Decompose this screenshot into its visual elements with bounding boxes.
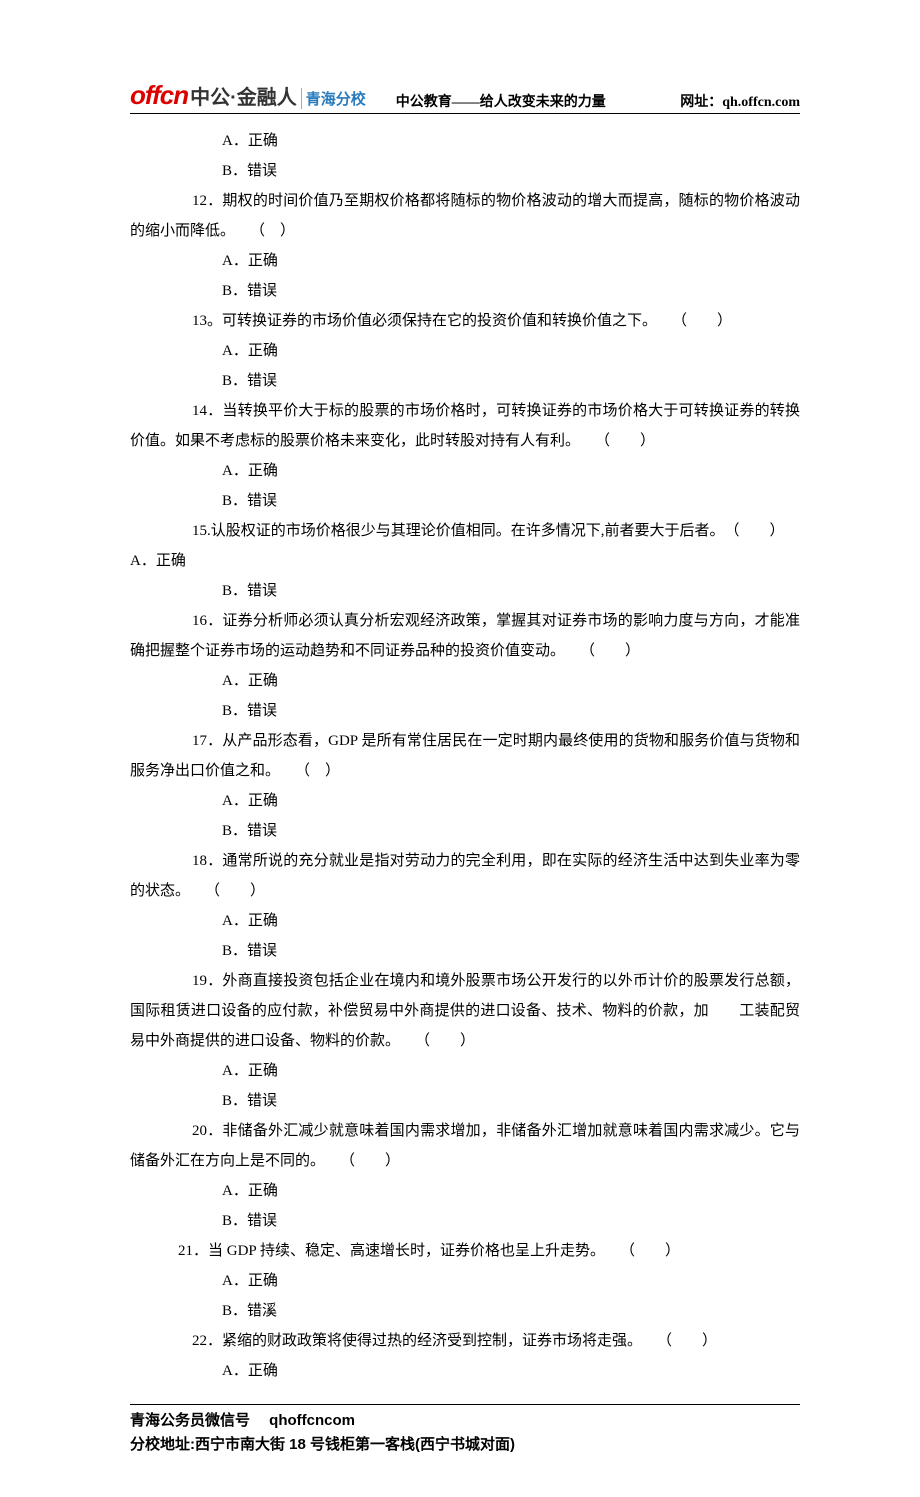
q21-option-a: A．正确 — [130, 1266, 800, 1296]
q20-option-a: A．正确 — [130, 1176, 800, 1206]
page-header: offcn 中公·金融人 青海分校 中公教育——给人改变未来的力量 网址：qh.… — [130, 80, 800, 114]
page-container: offcn 中公·金融人 青海分校 中公教育——给人改变未来的力量 网址：qh.… — [0, 0, 920, 1497]
q20-option-b: B．错误 — [130, 1206, 800, 1236]
q19-option-a: A．正确 — [130, 1056, 800, 1086]
question-14: 14．当转换平价大于标的股票的市场价格时，可转换证券的市场价格大于可转换证券的转… — [130, 396, 800, 456]
question-21: 21．当 GDP 持续、稳定、高速增长时，证券价格也呈上升走势。 （ ） — [130, 1236, 800, 1266]
logo-offcn-text: offcn — [130, 80, 188, 111]
q11-option-b: B．错误 — [130, 156, 800, 186]
q16-option-a: A．正确 — [130, 666, 800, 696]
q22-option-a: A．正确 — [130, 1356, 800, 1386]
logo-brand-text: 中公·金融人 — [190, 81, 297, 110]
header-url: 网址：qh.offcn.com — [680, 91, 800, 111]
question-19: 19．外商直接投资包括企业在境内和境外股票市场公开发行的以外币计价的股票发行总额… — [130, 966, 800, 1056]
question-13: 13。可转换证券的市场价值必须保持在它的投资价值和转换价值之下。 （ ） — [130, 306, 800, 336]
q16-option-b: B．错误 — [130, 696, 800, 726]
q17-option-a: A．正确 — [130, 786, 800, 816]
question-15-line1: 15.认股权证的市场价格很少与其理论价值相同。在许多情况下,前者要大于后者。 （… — [130, 516, 800, 546]
q18-option-a: A．正确 — [130, 906, 800, 936]
footer-wechat: 青海公务员微信号 qhoffcncom — [130, 1409, 800, 1433]
document-body: A．正确 B．错误 12．期权的时间价值乃至期权价格都将随标的物价格波动的增大而… — [130, 126, 800, 1386]
question-22: 22．紧缩的财政政策将使得过热的经济受到控制，证券市场将走强。 （ ） — [130, 1326, 800, 1356]
question-17: 17．从产品形态看，GDP 是所有常住居民在一定时期内最终使用的货物和服务价值与… — [130, 726, 800, 786]
footer-address: 分校地址:西宁市南大街 18 号钱柜第一客栈(西宁书城对面) — [130, 1433, 800, 1457]
q21-option-b: B．错溪 — [130, 1296, 800, 1326]
q17-option-b: B．错误 — [130, 816, 800, 846]
question-18: 18．通常所说的充分就业是指对劳动力的完全利用，即在实际的经济生活中达到失业率为… — [130, 846, 800, 906]
q13-option-a: A．正确 — [130, 336, 800, 366]
q15-option-b: B．错误 — [130, 576, 800, 606]
question-15-option-a: A．正确 — [130, 546, 800, 576]
question-12: 12．期权的时间价值乃至期权价格都将随标的物价格波动的增大而提高，随标的物价格波… — [130, 186, 800, 246]
q19-option-b: B．错误 — [130, 1086, 800, 1116]
q12-option-a: A．正确 — [130, 246, 800, 276]
q14-option-b: B．错误 — [130, 486, 800, 516]
header-slogan: 中公教育——给人改变未来的力量 — [366, 91, 680, 111]
logo-branch-text: 青海分校 — [301, 88, 366, 109]
q12-option-b: B．错误 — [130, 276, 800, 306]
q13-option-b: B．错误 — [130, 366, 800, 396]
logo: offcn 中公·金融人 青海分校 — [130, 80, 366, 111]
q18-option-b: B．错误 — [130, 936, 800, 966]
question-20: 20．非储备外汇减少就意味着国内需求增加，非储备外汇增加就意味着国内需求减少。它… — [130, 1116, 800, 1176]
q11-option-a: A．正确 — [130, 126, 800, 156]
question-16: 16．证券分析师必须认真分析宏观经济政策，掌握其对证券市场的影响力度与方向，才能… — [130, 606, 800, 666]
page-footer: 青海公务员微信号 qhoffcncom 分校地址:西宁市南大街 18 号钱柜第一… — [130, 1404, 800, 1457]
q14-option-a: A．正确 — [130, 456, 800, 486]
